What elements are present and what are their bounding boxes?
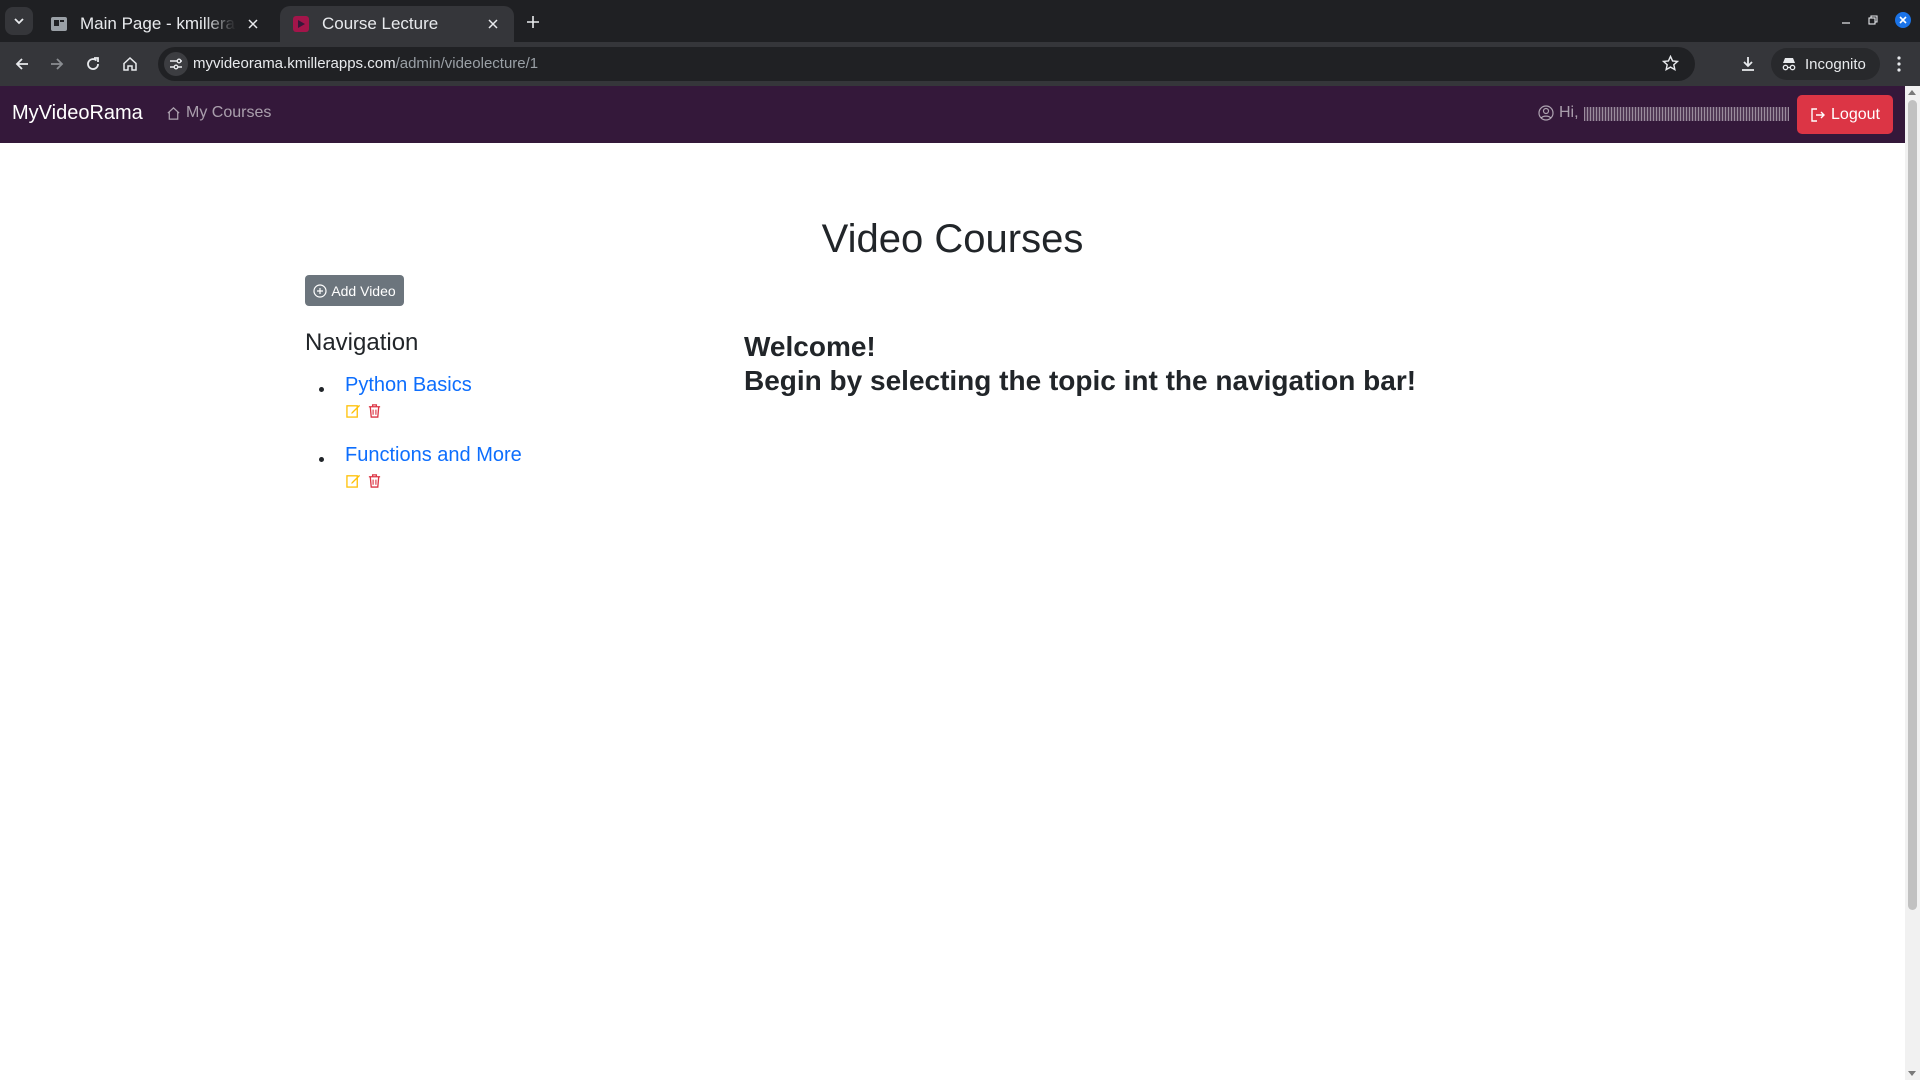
incognito-label: Incognito	[1805, 55, 1866, 73]
home-button[interactable]	[115, 49, 145, 79]
list-bullet	[319, 457, 324, 462]
download-button[interactable]	[1733, 49, 1763, 79]
forward-icon	[51, 58, 64, 70]
tab-search-button[interactable]	[5, 7, 33, 35]
back-button[interactable]	[7, 49, 37, 79]
download-icon	[1742, 57, 1754, 71]
plus-icon	[527, 16, 539, 28]
forward-button[interactable]	[42, 49, 72, 79]
add-video-button[interactable]: Add Video	[305, 275, 404, 306]
topic-actions	[345, 402, 382, 418]
brand-logo[interactable]: MyVideoRama	[12, 102, 143, 125]
close-icon[interactable]	[484, 15, 502, 33]
logout-button[interactable]: Logout	[1797, 95, 1893, 134]
site-navbar: MyVideoRama My Courses Hi, Logout	[0, 86, 1905, 143]
minimize-button[interactable]	[1833, 9, 1859, 31]
add-video-label: Add Video	[331, 282, 396, 299]
topic-link[interactable]: Python Basics	[345, 374, 472, 397]
minimize-icon	[1842, 22, 1850, 24]
vertical-scrollbar[interactable]	[1905, 86, 1920, 1080]
tab-title: Main Page - kmillerapps	[80, 14, 236, 33]
navigation-heading: Navigation	[305, 329, 419, 356]
star-icon[interactable]	[1661, 54, 1680, 77]
logout-icon	[1811, 107, 1826, 122]
incognito-icon	[1782, 58, 1796, 71]
topic-link[interactable]: Functions and More	[345, 444, 522, 467]
user-circle-icon	[1538, 105, 1554, 121]
close-icon[interactable]	[244, 15, 262, 33]
page-title: Video Courses	[821, 217, 1084, 261]
site-favicon-icon	[293, 16, 309, 32]
address-bar[interactable]: myvideorama.kmillerapps.com/admin/videol…	[158, 47, 1695, 81]
trash-icon[interactable]	[366, 402, 382, 418]
tab-title: Course Lecture	[322, 14, 439, 33]
close-window-button[interactable]	[1890, 9, 1916, 31]
my-courses-link[interactable]: My Courses	[166, 104, 271, 122]
edit-icon[interactable]	[345, 472, 361, 488]
close-window-icon	[1895, 12, 1911, 28]
back-icon	[15, 58, 28, 70]
reload-button[interactable]	[78, 49, 108, 79]
more-menu-button[interactable]	[1884, 49, 1914, 79]
house-icon	[167, 106, 180, 120]
welcome-line-1: Welcome!	[744, 331, 876, 362]
site-settings-icon[interactable]	[164, 52, 188, 76]
edit-icon[interactable]	[345, 402, 361, 418]
home-icon	[123, 56, 137, 71]
scroll-up-icon[interactable]	[1908, 90, 1916, 95]
user-greeting: Hi,	[1538, 104, 1792, 122]
restore-button[interactable]	[1860, 9, 1886, 31]
restore-icon	[1868, 15, 1878, 25]
logout-label: Logout	[1831, 105, 1880, 123]
list-bullet	[319, 387, 324, 392]
welcome-message: Welcome! Begin by selecting the topic in…	[744, 330, 1416, 398]
more-icon	[1897, 56, 1901, 72]
tab-main-page[interactable]: Main Page - kmillerapps	[38, 6, 274, 42]
reload-icon	[87, 57, 99, 70]
incognito-indicator[interactable]: Incognito	[1771, 48, 1880, 80]
url-path: /admin/videolecture/1	[395, 55, 539, 72]
page-viewport: MyVideoRama My Courses Hi, Logout Video …	[0, 86, 1905, 1080]
url-host: myvideorama.kmillerapps.com	[193, 55, 396, 72]
browser-tab-bar: Main Page - kmillerapps Course Lecture	[0, 0, 1920, 42]
page-favicon-icon	[51, 17, 67, 31]
scroll-down-icon[interactable]	[1908, 1071, 1916, 1076]
trash-icon[interactable]	[366, 472, 382, 488]
url-text: myvideorama.kmillerapps.com/admin/videol…	[193, 55, 538, 72]
my-courses-label: My Courses	[186, 104, 272, 121]
tab-course-lecture[interactable]: Course Lecture	[280, 6, 514, 42]
scroll-thumb[interactable]	[1908, 100, 1917, 910]
redacted-username	[1583, 106, 1789, 121]
welcome-line-2: Begin by selecting the topic int the nav…	[744, 365, 1417, 396]
new-tab-button[interactable]	[520, 9, 546, 35]
greeting-label: Hi,	[1559, 104, 1579, 121]
plus-circle-icon	[313, 283, 327, 298]
topic-actions	[345, 472, 382, 488]
browser-toolbar: myvideorama.kmillerapps.com/admin/videol…	[0, 42, 1920, 86]
chevron-down-icon	[14, 18, 24, 25]
